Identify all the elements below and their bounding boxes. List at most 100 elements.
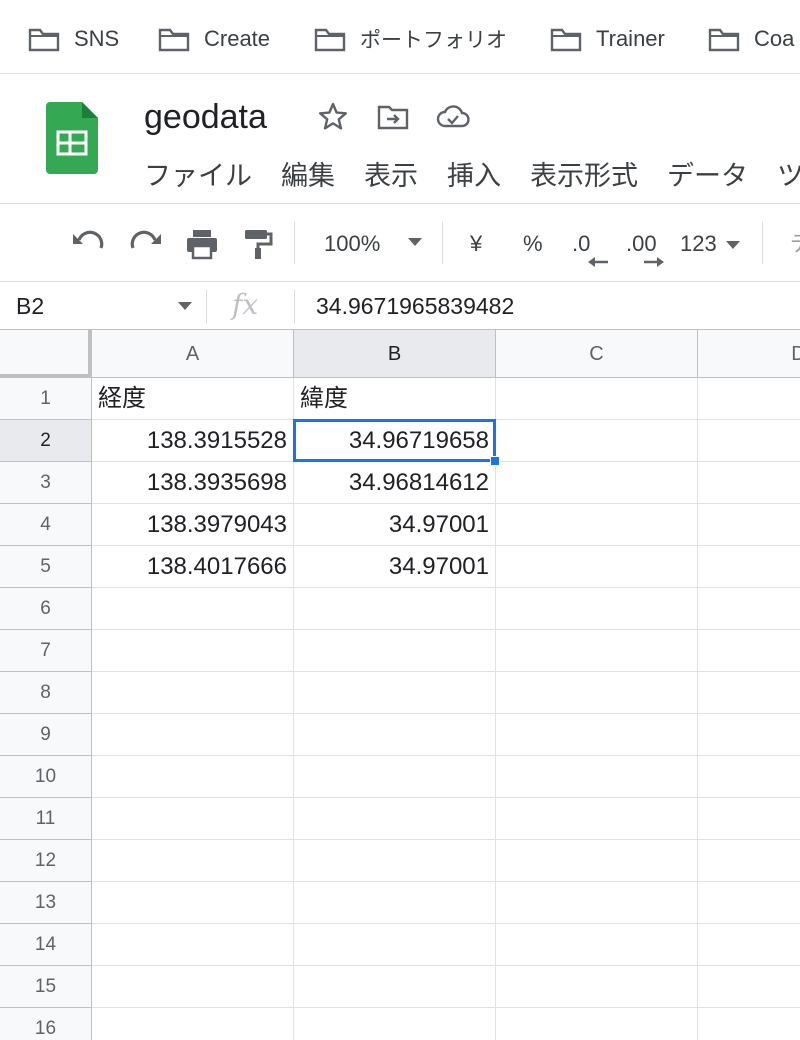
bookmark-portfolio[interactable]: ポートフォリオ <box>314 22 507 56</box>
cell-c13[interactable] <box>496 882 698 924</box>
cell-b16[interactable] <box>294 1008 496 1040</box>
cell-d9[interactable] <box>698 714 800 756</box>
cell-c3[interactable] <box>496 462 698 504</box>
cell-c7[interactable] <box>496 630 698 672</box>
cell-b14[interactable] <box>294 924 496 966</box>
cell-a12[interactable] <box>92 840 294 882</box>
cell-d14[interactable] <box>698 924 800 966</box>
undo-icon[interactable] <box>70 226 106 262</box>
row-header-16[interactable]: 16 <box>0 1008 92 1040</box>
cell-a8[interactable] <box>92 672 294 714</box>
row-header-6[interactable]: 6 <box>0 588 92 630</box>
number-format-button[interactable]: 123 <box>680 228 717 260</box>
cell-d8[interactable] <box>698 672 800 714</box>
cell-a15[interactable] <box>92 966 294 1008</box>
cell-c11[interactable] <box>496 798 698 840</box>
currency-format-button[interactable]: ¥ <box>470 228 482 260</box>
cell-b3[interactable]: 34.96814612 <box>294 462 496 504</box>
cell-d5[interactable] <box>698 546 800 588</box>
formula-input[interactable]: 34.9671965839482 <box>316 290 514 322</box>
column-header-d[interactable]: D <box>698 330 800 378</box>
row-header-15[interactable]: 15 <box>0 966 92 1008</box>
name-box-dropdown-icon[interactable] <box>178 302 192 310</box>
cell-a2[interactable]: 138.3915528 <box>92 420 294 462</box>
menu-data[interactable]: データ <box>667 156 748 196</box>
cell-c10[interactable] <box>496 756 698 798</box>
zoom-select[interactable]: 100% <box>324 228 380 260</box>
row-header-3[interactable]: 3 <box>0 462 92 504</box>
cell-d3[interactable] <box>698 462 800 504</box>
cell-b12[interactable] <box>294 840 496 882</box>
cell-c4[interactable] <box>496 504 698 546</box>
menu-file[interactable]: ファイル <box>144 156 252 196</box>
row-header-7[interactable]: 7 <box>0 630 92 672</box>
cell-d6[interactable] <box>698 588 800 630</box>
paint-format-icon[interactable] <box>240 226 276 262</box>
row-header-1[interactable]: 1 <box>0 378 92 420</box>
row-header-12[interactable]: 12 <box>0 840 92 882</box>
cell-d11[interactable] <box>698 798 800 840</box>
menu-insert[interactable]: 挿入 <box>447 156 501 196</box>
cell-a14[interactable] <box>92 924 294 966</box>
bookmark-coa[interactable]: Coa <box>708 22 794 56</box>
menu-format[interactable]: 表示形式 <box>530 156 638 196</box>
cell-a6[interactable] <box>92 588 294 630</box>
cell-c15[interactable] <box>496 966 698 1008</box>
cell-a1[interactable]: 経度 <box>92 378 294 420</box>
row-header-11[interactable]: 11 <box>0 798 92 840</box>
cell-a9[interactable] <box>92 714 294 756</box>
cell-b2[interactable]: 34.96719658 <box>294 420 496 462</box>
cell-d2[interactable] <box>698 420 800 462</box>
cell-d16[interactable] <box>698 1008 800 1040</box>
font-select-truncated[interactable]: デ <box>790 228 800 260</box>
cell-b6[interactable] <box>294 588 496 630</box>
cell-b1[interactable]: 緯度 <box>294 378 496 420</box>
cell-d7[interactable] <box>698 630 800 672</box>
cell-b4[interactable]: 34.97001 <box>294 504 496 546</box>
column-header-a[interactable]: A <box>92 330 294 378</box>
cell-d13[interactable] <box>698 882 800 924</box>
row-header-10[interactable]: 10 <box>0 756 92 798</box>
cell-d12[interactable] <box>698 840 800 882</box>
row-header-4[interactable]: 4 <box>0 504 92 546</box>
cell-a10[interactable] <box>92 756 294 798</box>
cell-c8[interactable] <box>496 672 698 714</box>
cell-b9[interactable] <box>294 714 496 756</box>
cell-c5[interactable] <box>496 546 698 588</box>
cell-a13[interactable] <box>92 882 294 924</box>
column-header-c[interactable]: C <box>496 330 698 378</box>
cell-d15[interactable] <box>698 966 800 1008</box>
cell-b8[interactable] <box>294 672 496 714</box>
bookmark-trainer[interactable]: Trainer <box>550 22 665 56</box>
cell-c12[interactable] <box>496 840 698 882</box>
print-icon[interactable] <box>184 226 220 262</box>
menu-tools[interactable]: ツ <box>777 156 800 196</box>
select-all-corner[interactable] <box>0 330 92 378</box>
column-header-b[interactable]: B <box>294 330 496 378</box>
percent-format-button[interactable]: % <box>523 228 543 260</box>
cell-b10[interactable] <box>294 756 496 798</box>
cell-d10[interactable] <box>698 756 800 798</box>
cell-c16[interactable] <box>496 1008 698 1040</box>
document-title[interactable]: geodata <box>144 98 267 137</box>
cell-c1[interactable] <box>496 378 698 420</box>
cell-c9[interactable] <box>496 714 698 756</box>
row-header-2[interactable]: 2 <box>0 420 92 462</box>
row-header-14[interactable]: 14 <box>0 924 92 966</box>
bookmark-create[interactable]: Create <box>158 22 270 56</box>
number-format-dropdown-icon[interactable] <box>724 238 742 252</box>
cell-d1[interactable] <box>698 378 800 420</box>
cell-d4[interactable] <box>698 504 800 546</box>
row-header-5[interactable]: 5 <box>0 546 92 588</box>
cell-c2[interactable] <box>496 420 698 462</box>
cell-a16[interactable] <box>92 1008 294 1040</box>
cell-b5[interactable]: 34.97001 <box>294 546 496 588</box>
cell-b11[interactable] <box>294 798 496 840</box>
fill-handle[interactable] <box>490 456 500 466</box>
name-box[interactable]: B2 <box>16 290 44 322</box>
cell-a11[interactable] <box>92 798 294 840</box>
cell-c14[interactable] <box>496 924 698 966</box>
menu-edit[interactable]: 編集 <box>281 156 335 196</box>
row-header-8[interactable]: 8 <box>0 672 92 714</box>
cloud-saved-icon[interactable] <box>436 100 470 134</box>
